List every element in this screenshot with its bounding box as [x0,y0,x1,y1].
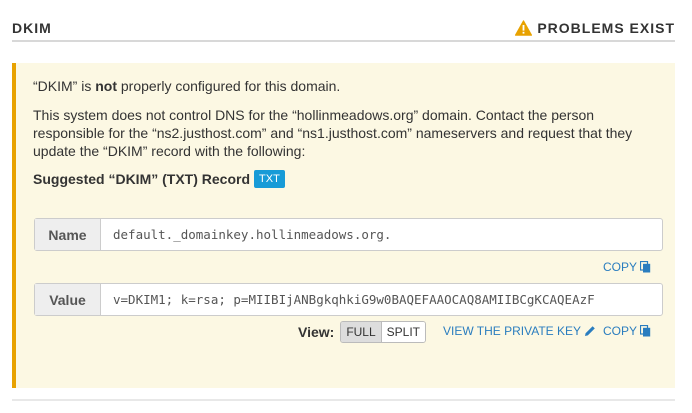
status-indicator: PROBLEMS EXIST [515,20,675,36]
dkim-alert-panel: “DKIM” is not properly configured for th… [12,63,675,388]
name-value[interactable]: default._domainkey.hollinmeadows.org. [101,219,662,250]
view-toggle-row: View: FULL SPLIT [298,321,427,343]
copy-value-link[interactable]: COPY [603,324,651,338]
view-label: View: [298,324,335,340]
pencil-icon [585,326,595,336]
view-private-key-link[interactable]: VIEW THE PRIVATE KEY [443,324,596,338]
txt-badge: TXT [254,170,285,188]
split-view-button[interactable]: SPLIT [381,322,426,342]
value-field[interactable]: Value v=DKIM1; k=rsa; p=MIIBIjANBgkqhkiG… [34,283,663,316]
clipboard-icon [640,325,651,337]
status-text: PROBLEMS EXIST [537,20,675,36]
value-value[interactable]: v=DKIM1; k=rsa; p=MIIBIjANBgkqhkiG9w0BAQ… [101,284,662,315]
view-mode-toggle[interactable]: FULL SPLIT [340,321,427,343]
dns-instructions: This system does not control DNS for the… [33,107,633,159]
section-header: DKIM PROBLEMS EXIST [12,12,675,42]
name-field[interactable]: Name default._domainkey.hollinmeadows.or… [34,218,663,251]
full-view-button[interactable]: FULL [341,322,382,342]
not-configured-message: “DKIM” is not properly configured for th… [33,78,341,94]
suggested-record-heading: Suggested “DKIM” (TXT) Record TXT [33,170,285,188]
name-label: Name [35,219,101,250]
bottom-divider [12,399,675,401]
value-label: Value [35,284,101,315]
section-title: DKIM [12,20,52,36]
copy-name-link[interactable]: COPY [603,260,651,274]
warning-triangle-icon [515,20,533,36]
clipboard-icon [640,261,651,273]
